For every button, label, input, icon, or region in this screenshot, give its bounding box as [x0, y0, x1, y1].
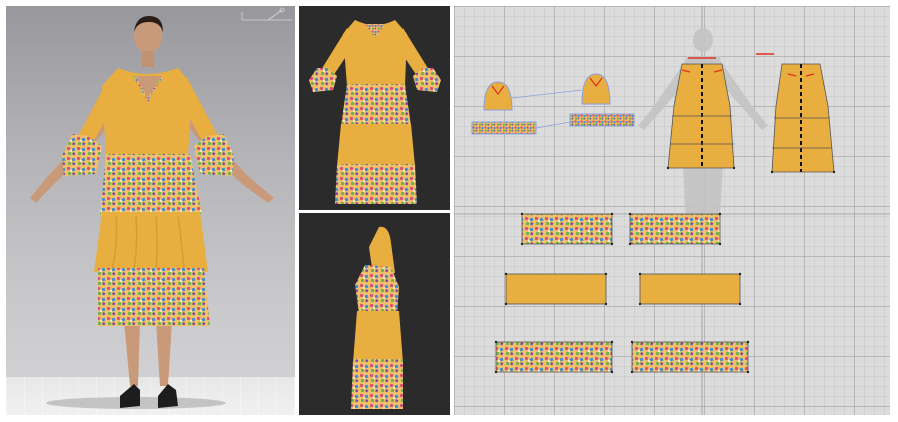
- pattern-piece-tier-3-front[interactable]: [495, 341, 613, 373]
- side-preview-viewport[interactable]: [299, 213, 450, 415]
- pattern-2d-window[interactable]: [454, 6, 890, 415]
- pattern-piece-cuff-right[interactable]: [569, 113, 635, 127]
- dress-side-view[interactable]: [351, 226, 403, 409]
- pattern-piece-tier-2-back[interactable]: [639, 273, 741, 305]
- front-preview-viewport[interactable]: [299, 6, 450, 210]
- pattern-piece-back-bodice[interactable]: [771, 63, 835, 173]
- pattern-piece-sleeve-cap-left[interactable]: [483, 81, 513, 111]
- pattern-piece-tier-3-back[interactable]: [631, 341, 749, 373]
- dress-front-view[interactable]: [309, 20, 441, 204]
- dress-3d[interactable]: [62, 68, 234, 326]
- pattern-piece-tier-1-front[interactable]: [521, 213, 613, 245]
- pattern-piece-tier-2-front[interactable]: [505, 273, 607, 305]
- pattern-piece-sleeve-cap-right[interactable]: [581, 73, 611, 105]
- seam-link-line: [511, 89, 583, 99]
- seam-link-line-2: [535, 121, 571, 129]
- avatar-3d-viewport[interactable]: [6, 6, 295, 415]
- pattern-piece-tier-1-back[interactable]: [629, 213, 721, 245]
- axis-gizmo-icon[interactable]: [241, 7, 292, 21]
- pattern-piece-cuff-left[interactable]: [471, 121, 537, 135]
